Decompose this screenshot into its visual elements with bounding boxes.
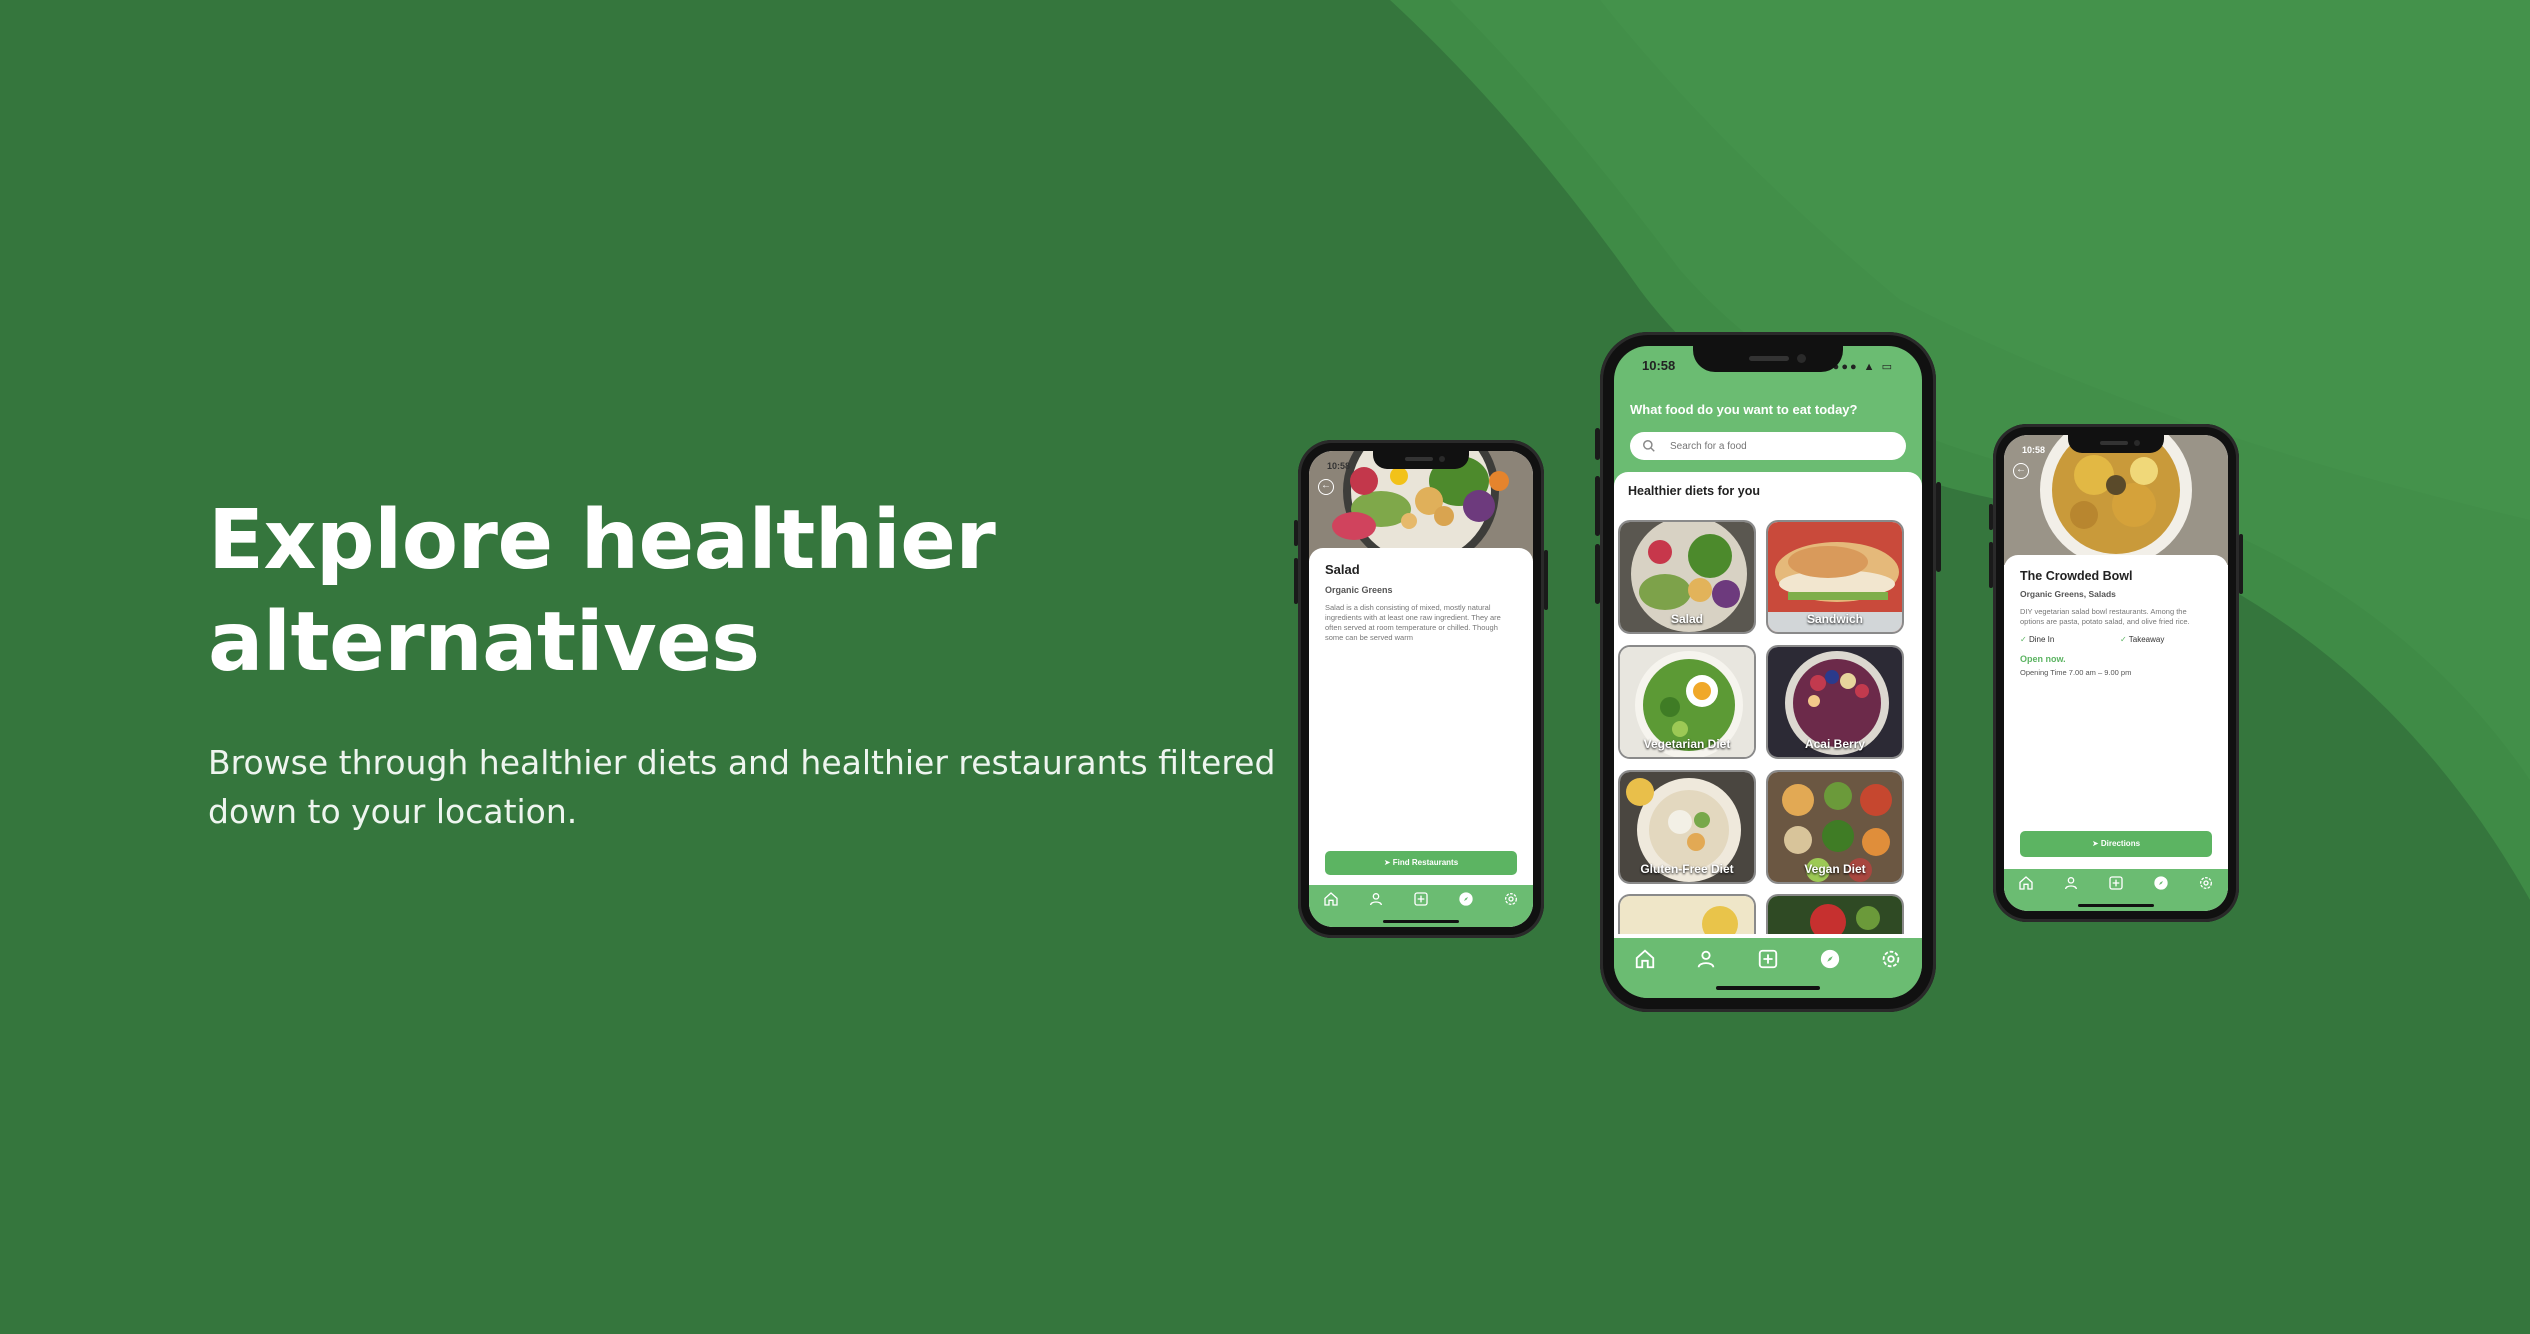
- navigation-arrow-icon: ➤: [2091, 839, 2099, 848]
- detail-panel: The Crowded Bowl Organic Greens, Salads …: [2004, 555, 2228, 871]
- hero-subtitle: Browse through healthier diets and healt…: [208, 738, 1288, 836]
- settings-icon[interactable]: [2198, 875, 2214, 891]
- find-restaurants-button[interactable]: ➤ Find Restaurants: [1325, 851, 1517, 875]
- phone-mockup-left: 10:58 ← Salad Organic Greens Salad is a …: [1294, 440, 1548, 938]
- button-label: Find Restaurants: [1392, 858, 1459, 867]
- add-icon[interactable]: [1757, 948, 1779, 970]
- phone-mockup-right: 10:58 ← The Crowded Bowl Organic Greens,…: [1989, 424, 2243, 922]
- takeaway-label: Takeaway: [2128, 635, 2165, 644]
- check-circle-icon: ✓: [2120, 635, 2127, 644]
- card-label: Gluten-Free Diet: [1640, 862, 1734, 876]
- navigation-arrow-icon: ➤: [1383, 858, 1391, 867]
- hero-section: Explore healthier alternatives Browse th…: [208, 490, 1288, 836]
- status-time: 10:58: [1642, 358, 1676, 373]
- home-icon[interactable]: [1634, 948, 1656, 970]
- home-icon[interactable]: [2018, 875, 2034, 891]
- settings-icon[interactable]: [1880, 948, 1902, 970]
- back-arrow-icon[interactable]: ←: [1318, 479, 1334, 495]
- diet-card-partial[interactable]: [1766, 894, 1904, 934]
- diet-card-partial[interactable]: [1618, 894, 1756, 934]
- home-indicator: [2078, 904, 2154, 907]
- detail-subtitle: Organic Greens: [1325, 585, 1393, 595]
- card-label: Vegetarian Diet: [1643, 737, 1731, 751]
- section-title: Healthier diets for you: [1628, 484, 1760, 498]
- hero-title: Explore healthier alternatives: [208, 490, 1288, 694]
- hero-title-line1: Explore healthier: [208, 493, 996, 588]
- dine-in-option: ✓ Dine In: [2020, 635, 2120, 644]
- diet-card-vegan-diet[interactable]: Vegan Diet: [1766, 770, 1904, 884]
- search-bar[interactable]: [1630, 432, 1906, 460]
- profile-icon[interactable]: [1368, 891, 1384, 907]
- detail-panel: Salad Organic Greens Salad is a dish con…: [1309, 548, 1533, 887]
- add-icon[interactable]: [2108, 875, 2124, 891]
- add-icon[interactable]: [1413, 891, 1429, 907]
- phone-left-screen: 10:58 ← Salad Organic Greens Salad is a …: [1309, 451, 1533, 927]
- compass-icon[interactable]: [2153, 875, 2169, 891]
- card-label: Sandwich: [1806, 612, 1863, 626]
- hero-subtitle-line1: Browse through healthier diets and healt…: [208, 743, 1276, 782]
- hero-subtitle-line2: down to your location.: [208, 792, 578, 831]
- status-time: 10:58: [2022, 445, 2046, 455]
- detail-description: DIY vegetarian salad bowl restaurants. A…: [2020, 607, 2190, 626]
- status-time: 10:58: [1327, 461, 1351, 471]
- diet-card-salad[interactable]: Salad: [1618, 520, 1756, 634]
- service-options: ✓ Dine In ✓ Takeaway: [2020, 635, 2212, 644]
- home-icon[interactable]: [1323, 891, 1339, 907]
- diet-card-acai-berry[interactable]: Acai Berry: [1766, 645, 1904, 759]
- check-circle-icon: ✓: [2020, 635, 2027, 644]
- card-label: Vegan Diet: [1804, 862, 1866, 876]
- diet-card-gluten-free-diet[interactable]: Gluten-Free Diet: [1618, 770, 1756, 884]
- compass-icon[interactable]: [1819, 948, 1841, 970]
- home-indicator: [1383, 920, 1459, 923]
- back-arrow-icon[interactable]: ←: [2013, 463, 2029, 479]
- profile-icon[interactable]: [1695, 948, 1717, 970]
- content-panel: Healthier diets for you Salad Sandwich V…: [1614, 472, 1922, 942]
- takeaway-option: ✓ Takeaway: [2120, 635, 2164, 644]
- dine-in-label: Dine In: [2028, 635, 2055, 644]
- search-input[interactable]: [1670, 432, 1870, 460]
- phone-mockup-center: 10:58 ●●● ▲ ▭ What food do you want to e…: [1595, 332, 1941, 1012]
- open-status: Open now.: [2020, 654, 2066, 664]
- card-label: Acai Berry: [1804, 737, 1866, 751]
- phone-center-screen: 10:58 ●●● ▲ ▭ What food do you want to e…: [1614, 346, 1922, 998]
- detail-subtitle: Organic Greens, Salads: [2020, 589, 2116, 599]
- card-label: Salad: [1670, 612, 1703, 626]
- directions-button[interactable]: ➤ Directions: [2020, 831, 2212, 857]
- hero-title-line2: alternatives: [208, 595, 760, 690]
- detail-description: Salad is a dish consisting of mixed, mos…: [1325, 603, 1501, 642]
- profile-icon[interactable]: [2063, 875, 2079, 891]
- home-indicator: [1716, 986, 1820, 990]
- detail-title: The Crowded Bowl: [2020, 569, 2133, 583]
- settings-icon[interactable]: [1503, 891, 1519, 907]
- search-icon: [1643, 440, 1655, 452]
- compass-icon[interactable]: [1458, 891, 1474, 907]
- button-label: Directions: [2100, 839, 2141, 848]
- diet-card-sandwich[interactable]: Sandwich: [1766, 520, 1904, 634]
- status-icons: ●●● ▲ ▭: [1832, 361, 1894, 373]
- search-header-title: What food do you want to eat today?: [1630, 402, 1858, 417]
- phone-right-screen: 10:58 ← The Crowded Bowl Organic Greens,…: [2004, 435, 2228, 911]
- detail-title: Salad: [1325, 562, 1360, 577]
- diet-card-vegetarian-diet[interactable]: Vegetarian Diet: [1618, 645, 1756, 759]
- opening-time: Opening Time 7.00 am – 9.00 pm: [2020, 668, 2132, 677]
